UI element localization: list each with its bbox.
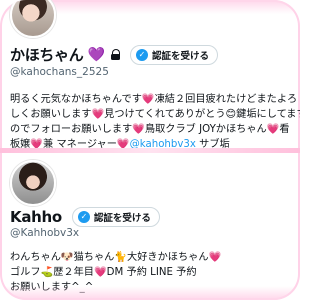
profile-card-kahochans: かほちゃん 💜 ✓ 認証を受ける @kahochans_2525 明るく元気なか…	[0, 0, 300, 150]
profile-name-row: かほちゃん 💜 ✓ 認証を受ける	[10, 44, 218, 65]
profile-handle: @Kahhobv3x	[10, 227, 80, 239]
profile-avatar[interactable]	[10, 0, 56, 38]
bio-line: しくお願いします💗見つけてくれてありがとう😊鍵垢にしてます	[10, 109, 300, 120]
get-verified-label: 認証を受ける	[93, 213, 151, 224]
profile-handle: @kahochans_2525	[10, 66, 109, 78]
bio-line: のでフォローお願いします💗鳥取クラブ JOYかほちゃん💗看	[10, 124, 290, 135]
get-verified-button[interactable]: ✓ 認証を受ける	[71, 207, 160, 227]
profile-card-kahho: Kahho ✓ 認証を受ける @Kahhobv3x わんちゃん🐶猫ちゃん🐈大好き…	[0, 152, 300, 300]
display-name: Kahho	[10, 208, 62, 226]
profile-name-row: Kahho ✓ 認証を受ける	[10, 207, 160, 227]
bio-line: わんちゃん🐶猫ちゃん🐈大好きかほちゃん💗	[10, 252, 222, 263]
lock-icon	[110, 49, 121, 60]
verified-badge-icon: ✓	[77, 211, 90, 223]
profile-bio: 明るく元気なかほちゃんです💗凍結２回目疲れたけどまたよろ しくお願いします💗見つ…	[10, 92, 300, 152]
bio-line: ゴルフ⛳歴２年目💗DM 予約 LINE 予約	[10, 267, 197, 278]
bio-line: お願いします^_^	[10, 282, 94, 293]
profile-avatar[interactable]	[10, 160, 56, 206]
bio-line: 明るく元気なかほちゃんです💗凍結２回目疲れたけどまたよろ	[10, 94, 298, 105]
verified-badge-icon: ✓	[135, 48, 148, 61]
profile-bio: わんちゃん🐶猫ちゃん🐈大好きかほちゃん💗 ゴルフ⛳歴２年目💗DM 予約 LINE…	[10, 250, 292, 295]
get-verified-button[interactable]: ✓ 認証を受ける	[129, 44, 218, 65]
purple-heart-emoji: 💜	[87, 46, 105, 63]
screenshot-frame: かほちゃん 💜 ✓ 認証を受ける @kahochans_2525 明るく元気なか…	[0, 0, 300, 300]
get-verified-label: 認証を受ける	[151, 50, 209, 62]
display-name: かほちゃん	[10, 46, 84, 64]
